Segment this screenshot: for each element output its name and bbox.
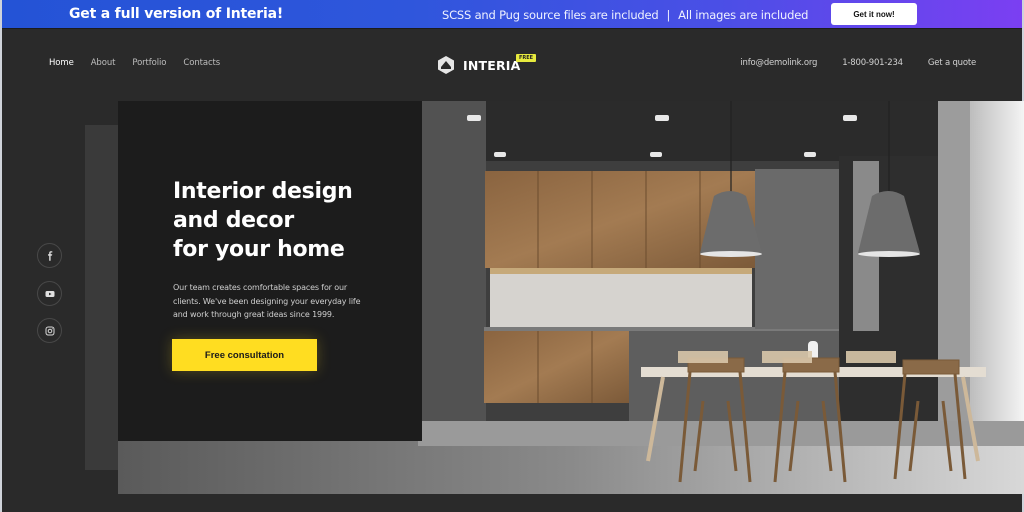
promo-title: Get a full version of Interia!: [69, 6, 284, 22]
logo-text: INTERIA: [463, 57, 521, 73]
promo-banner: Get a full version of Interia! SCSS and …: [2, 0, 1022, 29]
phone-link[interactable]: 1-800-901-234: [842, 58, 903, 68]
hero-description: Our team creates comfortable spaces for …: [173, 283, 361, 319]
social-youtube-link[interactable]: [37, 281, 62, 306]
social-instagram-link[interactable]: [37, 318, 62, 343]
hero-title: Interior design and decor for your home: [173, 177, 353, 264]
get-a-quote-link[interactable]: Get a quote: [928, 58, 976, 68]
header-contacts: info@demolink.org 1-800-901-234 Get a qu…: [715, 58, 976, 68]
main-nav: Home About Portfolio Contacts: [49, 58, 237, 68]
youtube-icon: [45, 290, 54, 297]
email-link[interactable]: info@demolink.org: [740, 58, 817, 68]
interia-logo-icon: [438, 56, 454, 74]
free-badge: FREE: [516, 54, 537, 62]
page: Get a full version of Interia! SCSS and …: [0, 0, 1024, 512]
promo-separator: |: [666, 8, 671, 22]
get-it-now-button[interactable]: Get it now!: [831, 3, 917, 25]
promo-info: SCSS and Pug source files are included | A…: [442, 8, 808, 22]
hero-title-line: for your home: [173, 237, 345, 262]
nav-item-about[interactable]: About: [91, 58, 116, 68]
brand-logo[interactable]: INTERIA FREE: [436, 54, 537, 75]
hero-text-panel: [118, 101, 422, 441]
social-facebook-link[interactable]: [37, 243, 62, 268]
hero-title-line: Interior design: [173, 179, 353, 204]
facebook-icon: [47, 250, 52, 261]
nav-item-home[interactable]: Home: [49, 58, 74, 68]
hero-title-line: and decor: [173, 208, 294, 233]
instagram-icon: [45, 326, 54, 335]
nav-item-contacts[interactable]: Contacts: [183, 58, 220, 68]
nav-item-portfolio[interactable]: Portfolio: [132, 58, 166, 68]
promo-info-left: SCSS and Pug source files are included: [442, 8, 659, 22]
free-consultation-button[interactable]: Free consultation: [172, 339, 317, 371]
promo-info-right: All images are included: [678, 8, 809, 22]
